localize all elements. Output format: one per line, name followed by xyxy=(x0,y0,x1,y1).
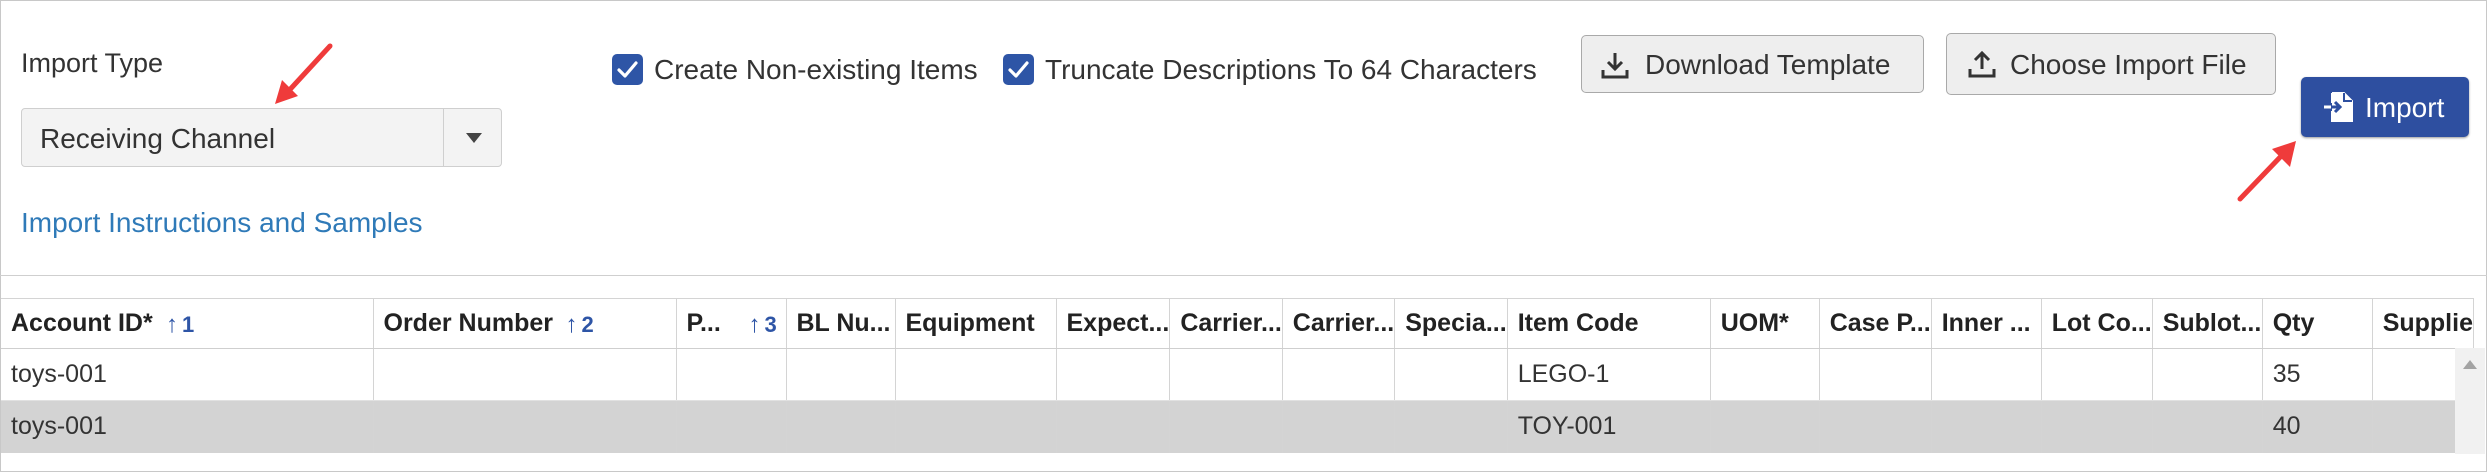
cell-account-id: toys-001 xyxy=(1,348,374,401)
import-type-select[interactable]: Receiving Channel xyxy=(21,108,502,167)
select-divider xyxy=(443,109,444,166)
column-header-qty[interactable]: Qty xyxy=(2262,298,2373,349)
table-row[interactable]: toys-001 TOY-001 40 xyxy=(1,400,2474,453)
column-header-account-id[interactable]: Account ID* ↑ 1 xyxy=(1,298,374,349)
choose-import-file-button[interactable]: Choose Import File xyxy=(1946,33,2276,95)
column-header-bl-number[interactable]: BL Nu... xyxy=(786,298,896,349)
upload-icon xyxy=(1968,50,1996,78)
truncate-descriptions-checkbox[interactable] xyxy=(1003,54,1034,85)
checkmark-icon xyxy=(1008,61,1029,78)
table-row[interactable]: toys-001 LEGO-1 35 xyxy=(1,348,2474,401)
column-header-case-pack[interactable]: Case P... xyxy=(1819,298,1932,349)
column-header-p[interactable]: P... ↑ 3 xyxy=(676,298,787,349)
create-items-checkbox[interactable] xyxy=(612,54,643,85)
chevron-down-icon[interactable] xyxy=(466,133,482,143)
checkmark-icon xyxy=(617,61,638,78)
column-header-uom[interactable]: UOM* xyxy=(1710,298,1820,349)
download-template-button[interactable]: Download Template xyxy=(1581,35,1924,93)
cell-account-id: toys-001 xyxy=(1,400,374,453)
file-import-icon xyxy=(2324,92,2353,122)
import-preview-table: Account ID* ↑ 1 Order Number ↑ 2 P... ↑ 3 B… xyxy=(1,298,2474,453)
cell-item-code: LEGO-1 xyxy=(1507,348,1711,401)
cell-qty: 35 xyxy=(2262,348,2373,401)
choose-import-file-label: Choose Import File xyxy=(2010,49,2247,80)
column-header-equipment[interactable]: Equipment xyxy=(895,298,1057,349)
truncate-descriptions-label[interactable]: Truncate Descriptions To 64 Characters xyxy=(1045,54,1537,86)
import-instructions-link[interactable]: Import Instructions and Samples xyxy=(21,207,423,239)
download-template-label: Download Template xyxy=(1645,49,1891,80)
column-header-lot-code[interactable]: Lot Co... xyxy=(2041,298,2153,349)
column-header-supplier[interactable]: Supplie xyxy=(2372,298,2474,349)
cell-item-code: TOY-001 xyxy=(1507,400,1711,453)
import-type-selected-value: Receiving Channel xyxy=(40,123,276,154)
table-header-row: Account ID* ↑ 1 Order Number ↑ 2 P... ↑ 3 B… xyxy=(1,298,2474,349)
annotation-arrow-icon xyxy=(2237,141,2296,202)
column-header-expected[interactable]: Expect... xyxy=(1056,298,1171,349)
column-header-order-number[interactable]: Order Number ↑ 2 xyxy=(373,298,677,349)
sort-ascending-icon: ↑ 2 xyxy=(565,311,594,338)
annotation-arrow-icon xyxy=(275,43,333,104)
sort-ascending-icon: ↑ 3 xyxy=(748,311,777,338)
import-button[interactable]: Import xyxy=(2301,77,2469,137)
column-header-sublot[interactable]: Sublot... xyxy=(2152,298,2263,349)
create-items-label[interactable]: Create Non-existing Items xyxy=(654,54,978,86)
column-header-carrier-2[interactable]: Carrier... xyxy=(1282,298,1396,349)
section-divider xyxy=(0,275,2487,276)
cell-qty: 40 xyxy=(2262,400,2373,453)
column-header-carrier-1[interactable]: Carrier... xyxy=(1169,298,1283,349)
column-header-special[interactable]: Specia... xyxy=(1394,298,1508,349)
download-icon xyxy=(1601,53,1629,79)
column-header-item-code[interactable]: Item Code xyxy=(1507,298,1711,349)
sort-ascending-icon: ↑ 1 xyxy=(166,311,195,338)
import-type-label: Import Type xyxy=(21,48,164,78)
import-button-label: Import xyxy=(2365,92,2445,123)
column-header-inner[interactable]: Inner ... xyxy=(1931,298,2042,349)
scroll-up-icon[interactable] xyxy=(2463,360,2477,369)
